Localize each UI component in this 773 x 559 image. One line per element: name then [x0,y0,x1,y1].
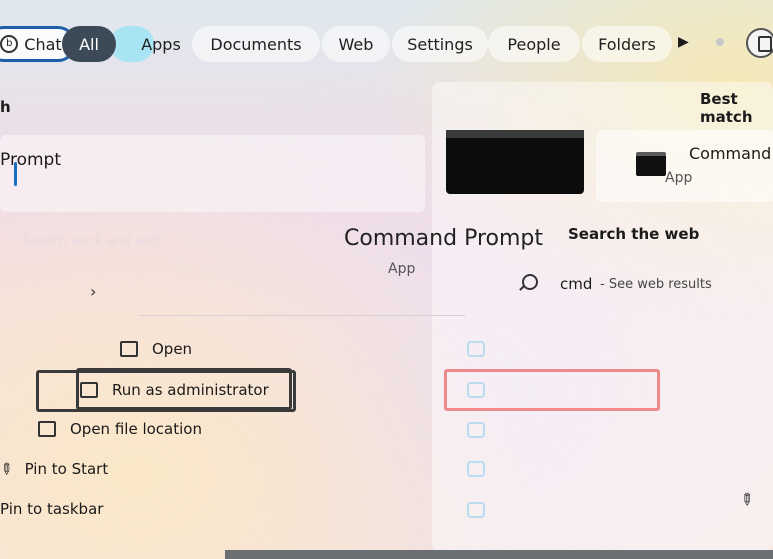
search-filter-tabs: b Chat All Apps Documents Web Settings P… [0,22,773,66]
best-match-result-title: Prompt [0,150,61,170]
command-result-title: Command [689,144,772,163]
open-file-location-label: Open file location [70,420,202,438]
taskbar-edge [225,550,773,559]
open-action-label: Open [152,340,193,358]
ghost-pin-start-icon [467,461,485,477]
tab-web-label: Web [338,34,374,54]
tab-apps-label: Apps [141,34,181,54]
tab-folders-label: Folders [598,34,656,54]
open-icon [120,341,138,357]
detail-app-title: Command Prompt [344,226,543,251]
search-icon [522,274,538,290]
detail-app-type: App [388,261,416,277]
pin-to-start-action[interactable]: ✎ Pin to Start [0,458,109,480]
tab-settings-label: Settings [407,34,473,54]
web-search-query[interactable]: cmd [560,275,592,293]
more-tabs-icon[interactable]: ▶ [678,34,689,50]
best-match-heading-right: Best match [700,90,753,126]
best-match-heading: h [0,98,11,116]
command-prompt-small-icon [636,152,666,176]
search-the-web-heading: Search the web [568,225,700,243]
tab-folders[interactable]: Folders [582,26,672,62]
ghost-pin-taskbar-icon [467,502,485,518]
folder-icon [38,421,56,437]
tab-apps[interactable]: Apps [130,26,192,62]
tab-settings[interactable]: Settings [392,26,488,62]
chat-icon: b [0,35,19,53]
run-as-administrator-action[interactable]: Run as administrator [80,381,269,399]
tab-web[interactable]: Web [322,26,390,62]
command-result-card[interactable] [596,130,773,202]
bing-icon [758,36,772,52]
pin-to-taskbar-label: Pin to taskbar [0,500,104,518]
command-result-type: App [665,170,693,186]
web-search-hint[interactable]: - See web results [600,277,712,292]
ghost-folder-icon [467,422,485,438]
open-action[interactable]: Open [120,340,192,358]
chevron-right-icon[interactable]: › [90,282,96,301]
ghost-highlight-box [444,369,660,411]
tab-documents-label: Documents [210,34,302,54]
tab-documents[interactable]: Documents [192,26,320,62]
tab-people[interactable]: People [488,26,580,62]
more-options-icon[interactable] [716,38,724,46]
pin-to-taskbar-action[interactable]: Pin to taskbar [0,500,103,518]
pin-to-start-label: Pin to Start [24,460,109,478]
pin-icon: ✎ [0,458,18,480]
tab-chat-label: Chat [24,34,62,54]
open-file-location-action[interactable]: Open file location [38,420,202,438]
avatar[interactable] [746,28,773,58]
faded-search-text: Search work and web [22,234,162,249]
ghost-open-icon [467,341,485,357]
run-as-administrator-label: Run as administrator [112,381,269,399]
divider [140,315,465,316]
shield-icon [80,382,98,398]
tab-all-label: All [79,34,99,54]
command-prompt-large-icon [446,130,584,194]
best-match-result[interactable] [0,135,425,212]
tab-people-label: People [507,34,561,54]
tab-all[interactable]: All [62,26,154,62]
